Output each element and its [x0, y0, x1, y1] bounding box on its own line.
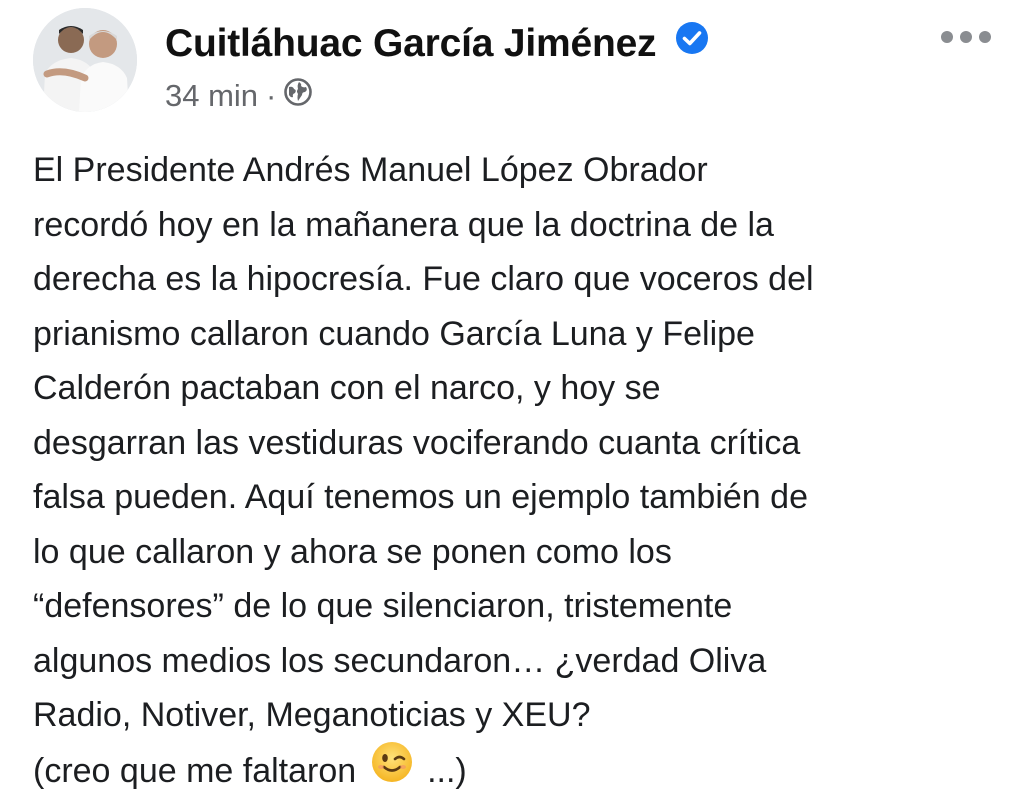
meta-separator: ·: [266, 78, 276, 114]
post-text-fragment: ...): [427, 752, 467, 790]
author-avatar[interactable]: [33, 8, 137, 112]
verified-badge-icon: [675, 21, 709, 65]
post-meta: 34 min ·: [165, 78, 312, 114]
more-options-icon[interactable]: [941, 28, 991, 46]
post-text-line: El Presidente Andrés Manuel López Obrado…: [33, 143, 1008, 198]
post-text-line: prianismo callaron cuando García Luna y …: [33, 307, 1008, 362]
post-text-line: “defensores” de lo que silenciaron, tris…: [33, 579, 1008, 634]
more-dot: [979, 31, 991, 43]
post-text-line: lo que callaron y ahora se ponen como lo…: [33, 525, 1008, 580]
post-text-last-line: (creo que me faltaron: [33, 743, 1008, 803]
more-dot: [960, 31, 972, 43]
author-name-text[interactable]: Cuitláhuac García Jiménez: [165, 22, 656, 65]
author-name[interactable]: Cuitláhuac García Jiménez: [165, 22, 709, 68]
post-text-fragment: (creo que me faltaron: [33, 752, 356, 790]
post-text-line: Radio, Notiver, Meganoticias y XEU?: [33, 688, 1008, 743]
post-text-line: algunos medios los secundaron… ¿verdad O…: [33, 634, 1008, 689]
more-dot: [941, 31, 953, 43]
facebook-post: Cuitláhuac García Jiménez 34 min ·: [0, 0, 1024, 799]
post-timestamp[interactable]: 34 min: [165, 78, 258, 114]
globe-icon[interactable]: [284, 78, 312, 114]
post-text-line: desgarran las vestiduras vociferando cua…: [33, 416, 1008, 471]
post-text: El Presidente Andrés Manuel López Obrado…: [33, 143, 1008, 803]
post-text-line: derecha es la hipocresía. Fue claro que …: [33, 252, 1008, 307]
post-text-line: falsa pueden. Aquí tenemos un ejemplo ta…: [33, 470, 1008, 525]
post-text-line: Calderón pactaban con el narco, y hoy se: [33, 361, 1008, 416]
post-text-line: recordó hoy en la mañanera que la doctri…: [33, 198, 1008, 253]
winking-face-emoji: [370, 740, 414, 801]
post-header: Cuitláhuac García Jiménez 34 min ·: [33, 8, 1013, 118]
